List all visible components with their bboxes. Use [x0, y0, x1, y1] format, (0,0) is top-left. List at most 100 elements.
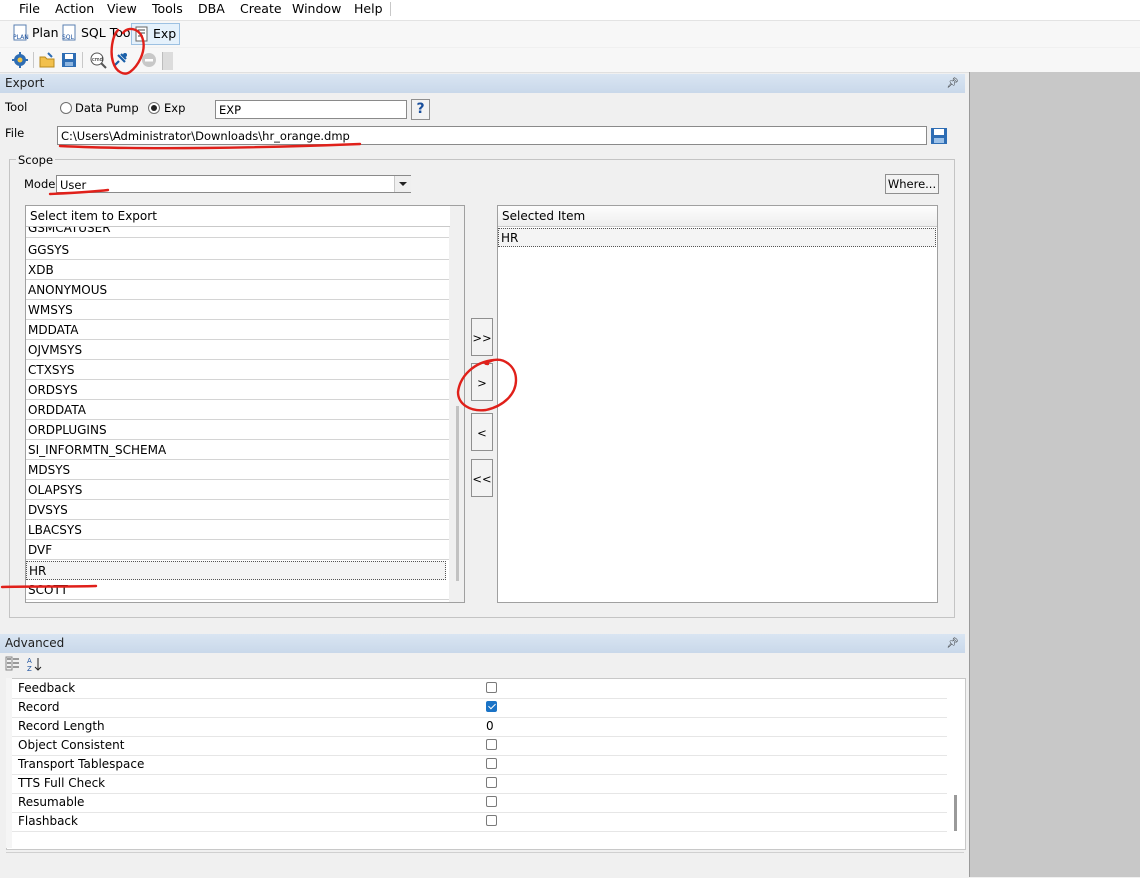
add-selected-button[interactable]: > — [471, 363, 493, 401]
menu-dba[interactable]: DBA — [198, 0, 225, 17]
mode-select[interactable]: User — [56, 175, 411, 193]
radio-data-pump-label[interactable]: Data Pump — [75, 101, 139, 115]
list-item[interactable]: ORDSYS — [26, 381, 449, 400]
save-file-icon[interactable] — [930, 127, 948, 145]
list-item[interactable]: GSMCATUSER — [26, 227, 449, 238]
toolbar-overflow-handle[interactable] — [162, 52, 173, 70]
add-all-button[interactable]: >> — [471, 318, 493, 356]
file-path-input[interactable]: C:\Users\Administrator\Downloads\hr_oran… — [57, 126, 927, 145]
list-item[interactable]: ORDDATA — [26, 401, 449, 420]
property-description-panel — [6, 852, 964, 878]
list-item[interactable]: DVSYS — [26, 501, 449, 520]
export-section-header: Export 📌︎ — [0, 74, 965, 93]
list-item[interactable]: ANONYMOUS — [26, 281, 449, 300]
svg-text:Z: Z — [27, 665, 32, 672]
menu-separator — [390, 2, 391, 16]
toolbar-separator — [33, 52, 34, 68]
property-name: TTS Full Check — [18, 776, 106, 790]
advanced-header-title: Advanced — [5, 636, 65, 650]
property-grid-scrollbar-thumb[interactable] — [954, 795, 957, 831]
pin-icon[interactable]: 📌︎ — [946, 634, 959, 653]
list-item[interactable]: MDDATA — [26, 321, 449, 340]
list-item[interactable]: SCOTT — [26, 581, 449, 600]
menu-create[interactable]: Create — [240, 0, 282, 17]
list-item[interactable]: CTXSYS — [26, 361, 449, 380]
available-rows: GSMCATUSER GGSYS XDB ANONYMOUS WMSYS MDD… — [26, 227, 449, 602]
flashback-checkbox[interactable] — [486, 815, 497, 826]
available-list-scrollbar[interactable] — [450, 206, 464, 602]
list-item[interactable]: OLAPSYS — [26, 481, 449, 500]
property-row-flashback: Flashback — [12, 812, 947, 832]
menu-bar: File Action View Tools DBA Create Window… — [0, 0, 1140, 21]
open-folder-icon[interactable] — [38, 51, 56, 69]
stop-icon[interactable] — [140, 51, 158, 69]
export-header-title: Export — [5, 76, 45, 90]
property-row-feedback: Feedback — [12, 679, 947, 699]
tab-sql-tool[interactable]: SQL SQL Tool — [60, 23, 137, 43]
selected-list-header: Selected Item — [498, 206, 937, 227]
pin-icon[interactable]: 📌︎ — [946, 74, 959, 93]
menu-file[interactable]: File — [19, 0, 40, 17]
radio-data-pump[interactable] — [60, 102, 72, 114]
settings-gear-icon[interactable] — [11, 51, 29, 69]
property-name: Transport Tablespace — [18, 757, 145, 771]
list-item-selected[interactable]: HR — [498, 228, 936, 247]
remove-all-button[interactable]: << — [471, 459, 493, 497]
help-button[interactable]: ? — [411, 99, 430, 120]
resumable-checkbox[interactable] — [486, 796, 497, 807]
list-item[interactable]: SI_INFORMTN_SCHEMA — [26, 441, 449, 460]
tab-plan-label: Plan — [32, 25, 59, 40]
cmd-search-icon[interactable]: cmd — [89, 51, 107, 69]
available-items-list[interactable]: Select item to Export GSMCATUSER GGSYS X… — [25, 205, 465, 603]
transport-tablespace-checkbox[interactable] — [486, 758, 497, 769]
property-row-resumable: Resumable — [12, 793, 947, 813]
svg-text:A: A — [27, 657, 32, 665]
categorized-view-icon[interactable] — [5, 656, 21, 672]
list-item[interactable]: MDSYS — [26, 461, 449, 480]
radio-exp[interactable] — [148, 102, 160, 114]
list-item[interactable]: ORDPLUGINS — [26, 421, 449, 440]
property-row-object-consistent: Object Consistent — [12, 736, 947, 756]
list-item[interactable]: DVF — [26, 541, 449, 560]
feedback-checkbox[interactable] — [486, 682, 497, 693]
available-list-header: Select item to Export — [26, 206, 454, 227]
menu-tools[interactable]: Tools — [152, 0, 183, 17]
menu-action[interactable]: Action — [55, 0, 94, 17]
scrollbar-thumb[interactable] — [456, 406, 459, 581]
toolbar: cmd — [0, 48, 1140, 73]
record-checkbox[interactable] — [486, 701, 497, 712]
list-item[interactable]: WMSYS — [26, 301, 449, 320]
list-item[interactable]: GGSYS — [26, 241, 449, 260]
run-export-icon[interactable] — [111, 51, 129, 69]
where-button[interactable]: Where... — [885, 174, 939, 194]
list-item[interactable]: LBACSYS — [26, 521, 449, 540]
list-item[interactable]: XDB — [26, 261, 449, 280]
property-row-transport-tablespace: Transport Tablespace — [12, 755, 947, 775]
menu-view[interactable]: View — [107, 0, 137, 17]
tool-command-input[interactable]: EXP — [215, 100, 407, 119]
property-row-tts-full-check: TTS Full Check — [12, 774, 947, 794]
property-name: Resumable — [18, 795, 85, 809]
list-item-selected[interactable]: HR — [26, 561, 446, 580]
chevron-down-icon[interactable] — [394, 176, 411, 192]
exp-icon — [133, 25, 151, 43]
menu-window[interactable]: Window — [292, 0, 341, 17]
record-length-value[interactable]: 0 — [486, 717, 494, 736]
tool-label: Tool — [5, 100, 28, 114]
tab-exp-label: Exp — [153, 26, 177, 41]
tab-plan[interactable]: PLAN Plan — [11, 23, 62, 43]
menu-help[interactable]: Help — [354, 0, 383, 17]
side-panel — [969, 72, 1140, 877]
object-consistent-checkbox[interactable] — [486, 739, 497, 750]
tab-sql-tool-label: SQL Tool — [81, 25, 134, 40]
selected-items-list[interactable]: Selected Item HR — [497, 205, 938, 603]
radio-exp-label[interactable]: Exp — [164, 101, 185, 115]
save-disk-icon[interactable] — [60, 51, 78, 69]
tab-exp[interactable]: Exp — [131, 23, 181, 45]
advanced-section-header: Advanced 📌︎ — [0, 634, 965, 653]
tts-full-check-checkbox[interactable] — [486, 777, 497, 788]
list-item[interactable]: OJVMSYS — [26, 341, 449, 360]
property-name: Record — [18, 700, 60, 714]
remove-selected-button[interactable]: < — [471, 413, 493, 451]
sort-az-icon[interactable]: AZ — [26, 656, 42, 673]
